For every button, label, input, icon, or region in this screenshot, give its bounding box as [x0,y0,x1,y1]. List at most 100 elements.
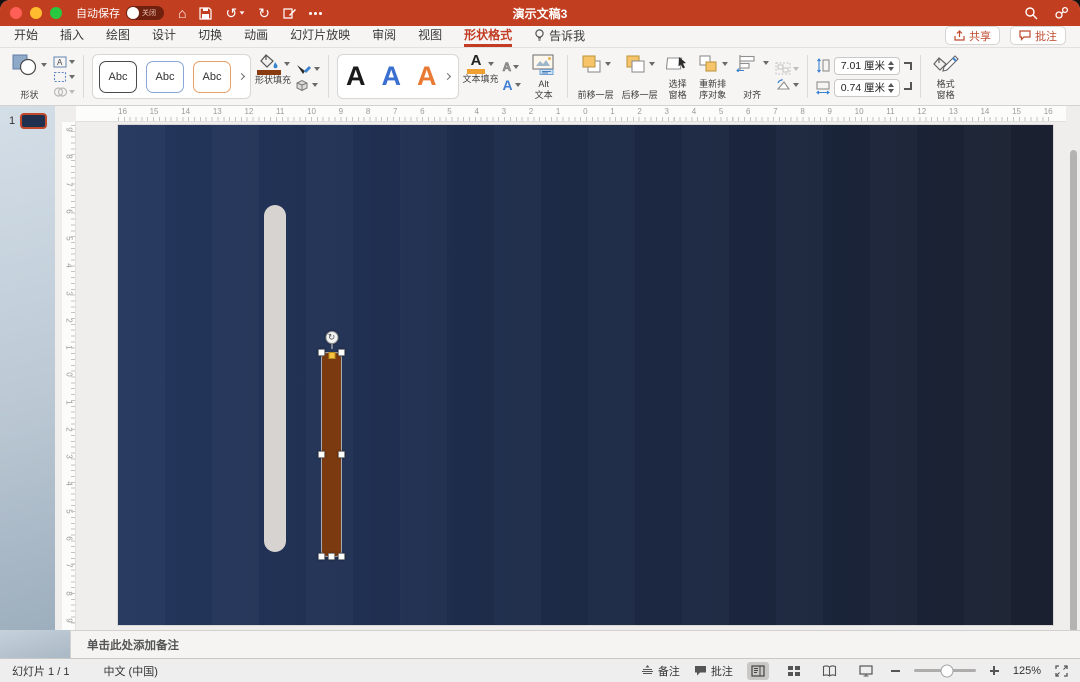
group-dropdown-icon[interactable] [792,66,799,71]
minimize-window-button[interactable] [30,7,42,19]
reorder-objects-button[interactable]: 重新排 序对象 [694,50,732,103]
text-box-dropdown-icon[interactable] [69,59,75,64]
resize-handle-top-right[interactable] [338,349,345,356]
slide[interactable]: ↻ [118,125,1053,625]
tab-开始[interactable]: 开始 [14,26,38,47]
wordart-preset-1[interactable]: A [346,61,366,92]
reorder-objects-dropdown-icon[interactable] [721,62,728,66]
tab-审阅[interactable]: 审阅 [372,26,396,47]
slide-thumbnail[interactable] [20,113,48,129]
selected-shape[interactable]: ↻ [318,331,345,560]
adjust-handle[interactable] [328,352,335,359]
tab-切换[interactable]: 切换 [198,26,222,47]
merge-shapes-button[interactable] [53,86,75,98]
rounded-pill-shape[interactable] [264,205,286,552]
fit-to-window-icon[interactable] [1055,664,1068,677]
align-button[interactable]: 对齐 [732,50,773,103]
share-button[interactable]: 共享 [945,26,1000,45]
wordart-preset-3[interactable]: A [417,61,437,92]
normal-view-button[interactable] [746,661,769,680]
text-effects-dropdown-icon[interactable] [514,83,521,87]
shape-style-preset-3[interactable]: Abc [193,60,231,93]
text-fill-button[interactable]: A 文本填充 [461,50,501,103]
wordart-preset-2[interactable]: A [382,61,402,92]
text-outline-dropdown-icon[interactable] [513,65,520,69]
shape-style-gallery-expand-icon[interactable] [237,72,246,81]
send-backward-button[interactable]: 后移一层 [618,50,662,103]
slide-thumbnail-row[interactable]: 1 [0,113,55,129]
insert-shape-button[interactable]: 形状 [8,50,51,103]
slide-canvas[interactable]: ↻ [76,122,1080,630]
shape-effects-dropdown-icon[interactable] [312,82,319,87]
zoom-in-button[interactable] [989,666,999,675]
selection-pane-button[interactable]: 选择 窗格 [662,50,694,103]
notes-pane[interactable]: 单击此处添加备注 [70,630,1080,658]
resize-handle-middle-left[interactable] [318,450,325,458]
rotate-button[interactable] [775,78,799,91]
account-share-icon[interactable] [1054,6,1070,20]
width-stepper[interactable] [887,82,894,93]
group-button[interactable] [775,62,799,75]
shape-style-preset-2[interactable]: Abc [146,60,184,93]
shape-fill-button[interactable]: 形状填充 [253,50,293,103]
comments-button[interactable]: 批注 [1010,26,1066,45]
shape-effects-button[interactable] [295,79,320,91]
edit-shape-button[interactable] [53,71,75,83]
zoom-out-button[interactable] [890,669,900,672]
text-fill-dropdown-icon[interactable] [488,61,495,66]
resize-handle-bottom-center[interactable] [327,553,335,560]
bring-forward-button[interactable]: 前移一层 [574,50,618,103]
tell-me[interactable]: 告诉我 [534,27,585,47]
height-stepper[interactable] [887,60,894,71]
text-effects-button[interactable]: A [503,77,521,93]
zoom-slider-knob[interactable] [940,664,954,677]
tab-绘图[interactable]: 绘图 [106,26,130,47]
resize-handle-middle-right[interactable] [338,450,345,458]
alt-text-button[interactable]: Alt 文本 [527,50,561,103]
zoom-slider[interactable] [913,664,976,677]
notes-toggle-button[interactable]: 备注 [641,663,680,679]
resize-handle-top-left[interactable] [318,349,325,356]
undo-icon[interactable]: ↺ [225,6,237,20]
send-backward-dropdown-icon[interactable] [648,62,655,66]
save-icon[interactable] [199,6,213,20]
shape-outline-button[interactable] [295,63,321,76]
wordart-gallery-expand-icon[interactable] [443,72,451,81]
autosave-toggle[interactable]: 关闭 [126,6,164,20]
text-box-button[interactable]: A [53,55,75,68]
undo-dropdown-icon[interactable] [239,11,245,15]
text-outline-button[interactable]: A [502,60,521,74]
vertical-scrollbar[interactable] [1070,150,1077,630]
merge-shapes-dropdown-icon[interactable] [69,89,75,94]
search-icon[interactable] [1024,6,1038,20]
slide-sorter-view-button[interactable] [783,662,805,680]
tab-幻灯片放映[interactable]: 幻灯片放映 [290,26,350,47]
tab-动画[interactable]: 动画 [244,26,268,47]
rotation-handle[interactable]: ↻ [325,331,338,344]
language-indicator[interactable]: 中文 (中国) [103,663,157,679]
redo-icon[interactable]: ↻ [258,6,270,20]
reading-view-button[interactable] [819,662,841,680]
resize-handle-bottom-left[interactable] [318,553,325,560]
zoom-level[interactable]: 125% [1013,665,1041,677]
zoom-window-button[interactable] [50,7,62,19]
shapes-dropdown-icon[interactable] [41,63,47,67]
format-pane-button[interactable]: 格式 窗格 [929,50,963,103]
home-icon[interactable]: ⌂ [178,6,186,20]
edit-shape-dropdown-icon[interactable] [69,74,75,79]
more-commands-icon[interactable] [308,11,322,15]
bring-forward-dropdown-icon[interactable] [604,62,611,66]
tab-视图[interactable]: 视图 [418,26,442,47]
resize-handle-bottom-right[interactable] [338,553,345,560]
comments-toggle-button[interactable]: 批注 [694,663,733,679]
close-window-button[interactable] [10,7,22,19]
align-dropdown-icon[interactable] [762,61,769,65]
rotate-dropdown-icon[interactable] [792,82,799,87]
shape-outline-dropdown-icon[interactable] [314,67,321,71]
tab-插入[interactable]: 插入 [60,26,84,47]
tab-形状格式[interactable]: 形状格式 [464,26,513,47]
shape-fill-dropdown-icon[interactable] [283,62,290,66]
slideshow-view-button[interactable] [855,662,877,680]
shape-style-preset-1[interactable]: Abc [99,60,137,93]
share-document-icon[interactable] [283,7,296,20]
